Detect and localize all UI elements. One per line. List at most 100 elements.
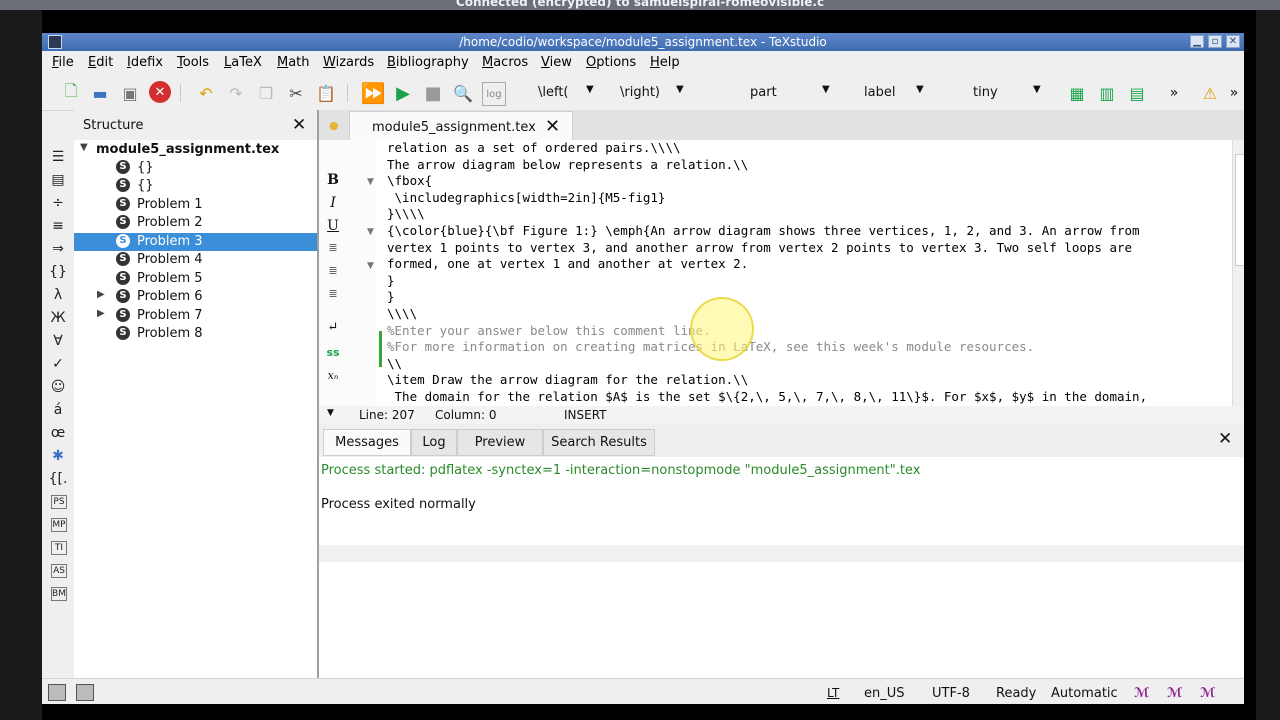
editor-scrollbar[interactable]	[1232, 140, 1244, 412]
label-combo[interactable]: label ▼	[864, 82, 934, 104]
beamer-icon[interactable]: BM	[51, 587, 67, 601]
menu-options[interactable]: Options	[586, 55, 636, 70]
menu-file[interactable]: File	[52, 55, 74, 70]
tree-item[interactable]: S {}	[74, 159, 317, 177]
code-line[interactable]: \item Draw the arrow diagram for the rel…	[387, 372, 1227, 389]
toggle-messages-icon[interactable]	[76, 684, 94, 701]
code-line[interactable]: }\\\\	[387, 206, 1227, 223]
code-text[interactable]: relation as a set of ordered pairs.\\\\ T…	[387, 140, 1227, 406]
checkmark-icon[interactable]: ✓	[47, 354, 69, 374]
menu-bibliography[interactable]: Bibliography	[387, 55, 469, 70]
view-log-icon[interactable]: log	[482, 82, 506, 106]
code-line[interactable]: The arrow diagram below represents a rel…	[387, 157, 1227, 174]
close-messages-icon[interactable]: ✕	[1218, 429, 1232, 449]
tab-search-results[interactable]: Search Results	[543, 429, 655, 456]
align-left-icon[interactable]: ≣	[325, 241, 341, 254]
tree-item[interactable]: ▶ S Problem 7	[74, 307, 317, 325]
misc-symbols-icon[interactable]: ∀	[47, 331, 69, 351]
code-line[interactable]: %For more information on creating matric…	[387, 339, 1227, 356]
special-chars-icon[interactable]: œ	[47, 423, 69, 443]
menu-edit[interactable]: Edit	[88, 55, 113, 70]
tab-messages[interactable]: Messages	[323, 429, 411, 456]
tree-item[interactable]: S Problem 8	[74, 325, 317, 343]
tikz-icon[interactable]: TI	[51, 541, 67, 555]
save-icon[interactable]: ▣	[119, 82, 141, 104]
bookmarks-icon[interactable]: ▤	[47, 170, 69, 190]
editor-status-arrow-icon[interactable]: ▼	[327, 408, 334, 418]
redo-icon[interactable]: ↷	[225, 82, 247, 104]
left-delimiter-combo[interactable]: \left(▼	[538, 82, 618, 104]
table-columns-icon[interactable]: ▥	[1096, 82, 1118, 104]
font-size-combo[interactable]: tiny ▼	[973, 82, 1053, 104]
compile-icon[interactable]: ▶	[392, 82, 414, 104]
tree-item[interactable]: S Problem 2	[74, 214, 317, 232]
relations-icon[interactable]: ≡	[47, 216, 69, 236]
tab-preview[interactable]: Preview	[457, 429, 543, 456]
arrows-icon[interactable]: ⇒	[47, 239, 69, 259]
right-delimiter-combo[interactable]: \right) ▼	[620, 82, 700, 104]
menu-view[interactable]: View	[541, 55, 572, 70]
accents-icon[interactable]: á	[47, 400, 69, 420]
menu-idefix[interactable]: Idefix	[127, 55, 163, 70]
bookmark-icon[interactable]: ℳ	[1134, 686, 1149, 701]
scrollbar-thumb[interactable]	[1235, 154, 1244, 266]
fold-arrow-icon[interactable]: ▼	[367, 177, 374, 187]
menu-help[interactable]: Help	[650, 55, 680, 70]
brackets-icon[interactable]: {[.	[47, 469, 69, 489]
language-tool-icon[interactable]: LT	[827, 686, 839, 700]
part-combo[interactable]: part ▼	[750, 82, 840, 104]
title-bar[interactable]: /home/codio/workspace/module5_assignment…	[42, 33, 1244, 51]
smallskip-icon[interactable]: ss	[325, 346, 341, 359]
metapost-icon[interactable]: MP	[51, 518, 67, 532]
code-line[interactable]: \\\\	[387, 306, 1227, 323]
expand-arrow-icon[interactable]: ▼	[80, 142, 88, 153]
new-file-icon[interactable]: 🗋	[60, 81, 82, 104]
undo-icon[interactable]: ↶	[195, 82, 217, 104]
favorites-icon[interactable]: ✱	[47, 446, 69, 466]
open-file-icon[interactable]: ▬	[89, 82, 111, 104]
menu-latex[interactable]: LaTeX	[224, 55, 262, 70]
subscript-icon[interactable]: xₙ	[325, 369, 341, 382]
menu-macros[interactable]: Macros	[482, 55, 528, 70]
asymptote-icon[interactable]: AS	[51, 564, 67, 578]
status-mode[interactable]: Automatic	[1051, 686, 1118, 701]
tree-item[interactable]: ▶ S Problem 6	[74, 288, 317, 306]
code-line[interactable]: {\color{blue}{\bf Figure 1:} \emph{An ar…	[387, 223, 1227, 240]
smiley-icon[interactable]: ☺	[47, 377, 69, 397]
document-tab[interactable]: module5_assignment.tex ✕	[349, 111, 573, 141]
fold-arrow-icon[interactable]: ▼	[367, 261, 374, 271]
code-line[interactable]: }	[387, 273, 1227, 290]
code-line[interactable]: The domain for the relation $A$ is the s…	[387, 389, 1227, 406]
bold-icon[interactable]: B	[325, 172, 341, 188]
tree-item[interactable]: S {}	[74, 177, 317, 195]
tab-log[interactable]: Log	[411, 429, 457, 456]
pstricks-icon[interactable]: PS	[51, 495, 67, 509]
code-line[interactable]: \\	[387, 356, 1227, 373]
delimiters-icon[interactable]: {}	[47, 262, 69, 282]
cut-icon[interactable]: ✂	[285, 82, 307, 104]
close-document-icon[interactable]: ✕	[149, 81, 171, 103]
build-and-view-icon[interactable]: ⏩	[361, 81, 386, 105]
table-align-icon[interactable]: ▤	[1126, 82, 1148, 104]
toggle-structure-icon[interactable]	[48, 684, 66, 701]
close-tab-icon[interactable]: ✕	[545, 116, 560, 137]
table-icon[interactable]: ▦	[1066, 82, 1088, 104]
structure-panel-icon[interactable]: ☰	[47, 147, 69, 167]
bookmark-icon-2[interactable]: ℳ	[1167, 686, 1182, 701]
underline-icon[interactable]: U	[325, 218, 341, 234]
close-window-button[interactable]: ✕	[1226, 35, 1240, 48]
code-line[interactable]: %Enter your answer below this comment li…	[387, 323, 1227, 340]
code-line[interactable]: relation as a set of ordered pairs.\\\\	[387, 140, 1227, 157]
fold-arrow-icon[interactable]: ▼	[367, 227, 374, 237]
tree-root[interactable]: ▼ module5_assignment.tex	[74, 141, 317, 159]
tree-item[interactable]: S Problem 4	[74, 251, 317, 269]
expand-arrow-icon[interactable]: ▶	[97, 308, 105, 319]
paste-icon[interactable]: 📋	[315, 82, 337, 104]
tree-item[interactable]: S Problem 5	[74, 270, 317, 288]
code-line[interactable]: formed, one at vertex 1 and another at v…	[387, 256, 1227, 273]
stop-icon[interactable]: ■	[422, 82, 444, 104]
italic-icon[interactable]: I	[325, 195, 341, 211]
code-line[interactable]: vertex 1 points to vertex 3, and another…	[387, 240, 1227, 257]
code-line[interactable]: \includegraphics[width=2in]{M5-fig1}	[387, 190, 1227, 207]
menu-wizards[interactable]: Wizards	[323, 55, 374, 70]
